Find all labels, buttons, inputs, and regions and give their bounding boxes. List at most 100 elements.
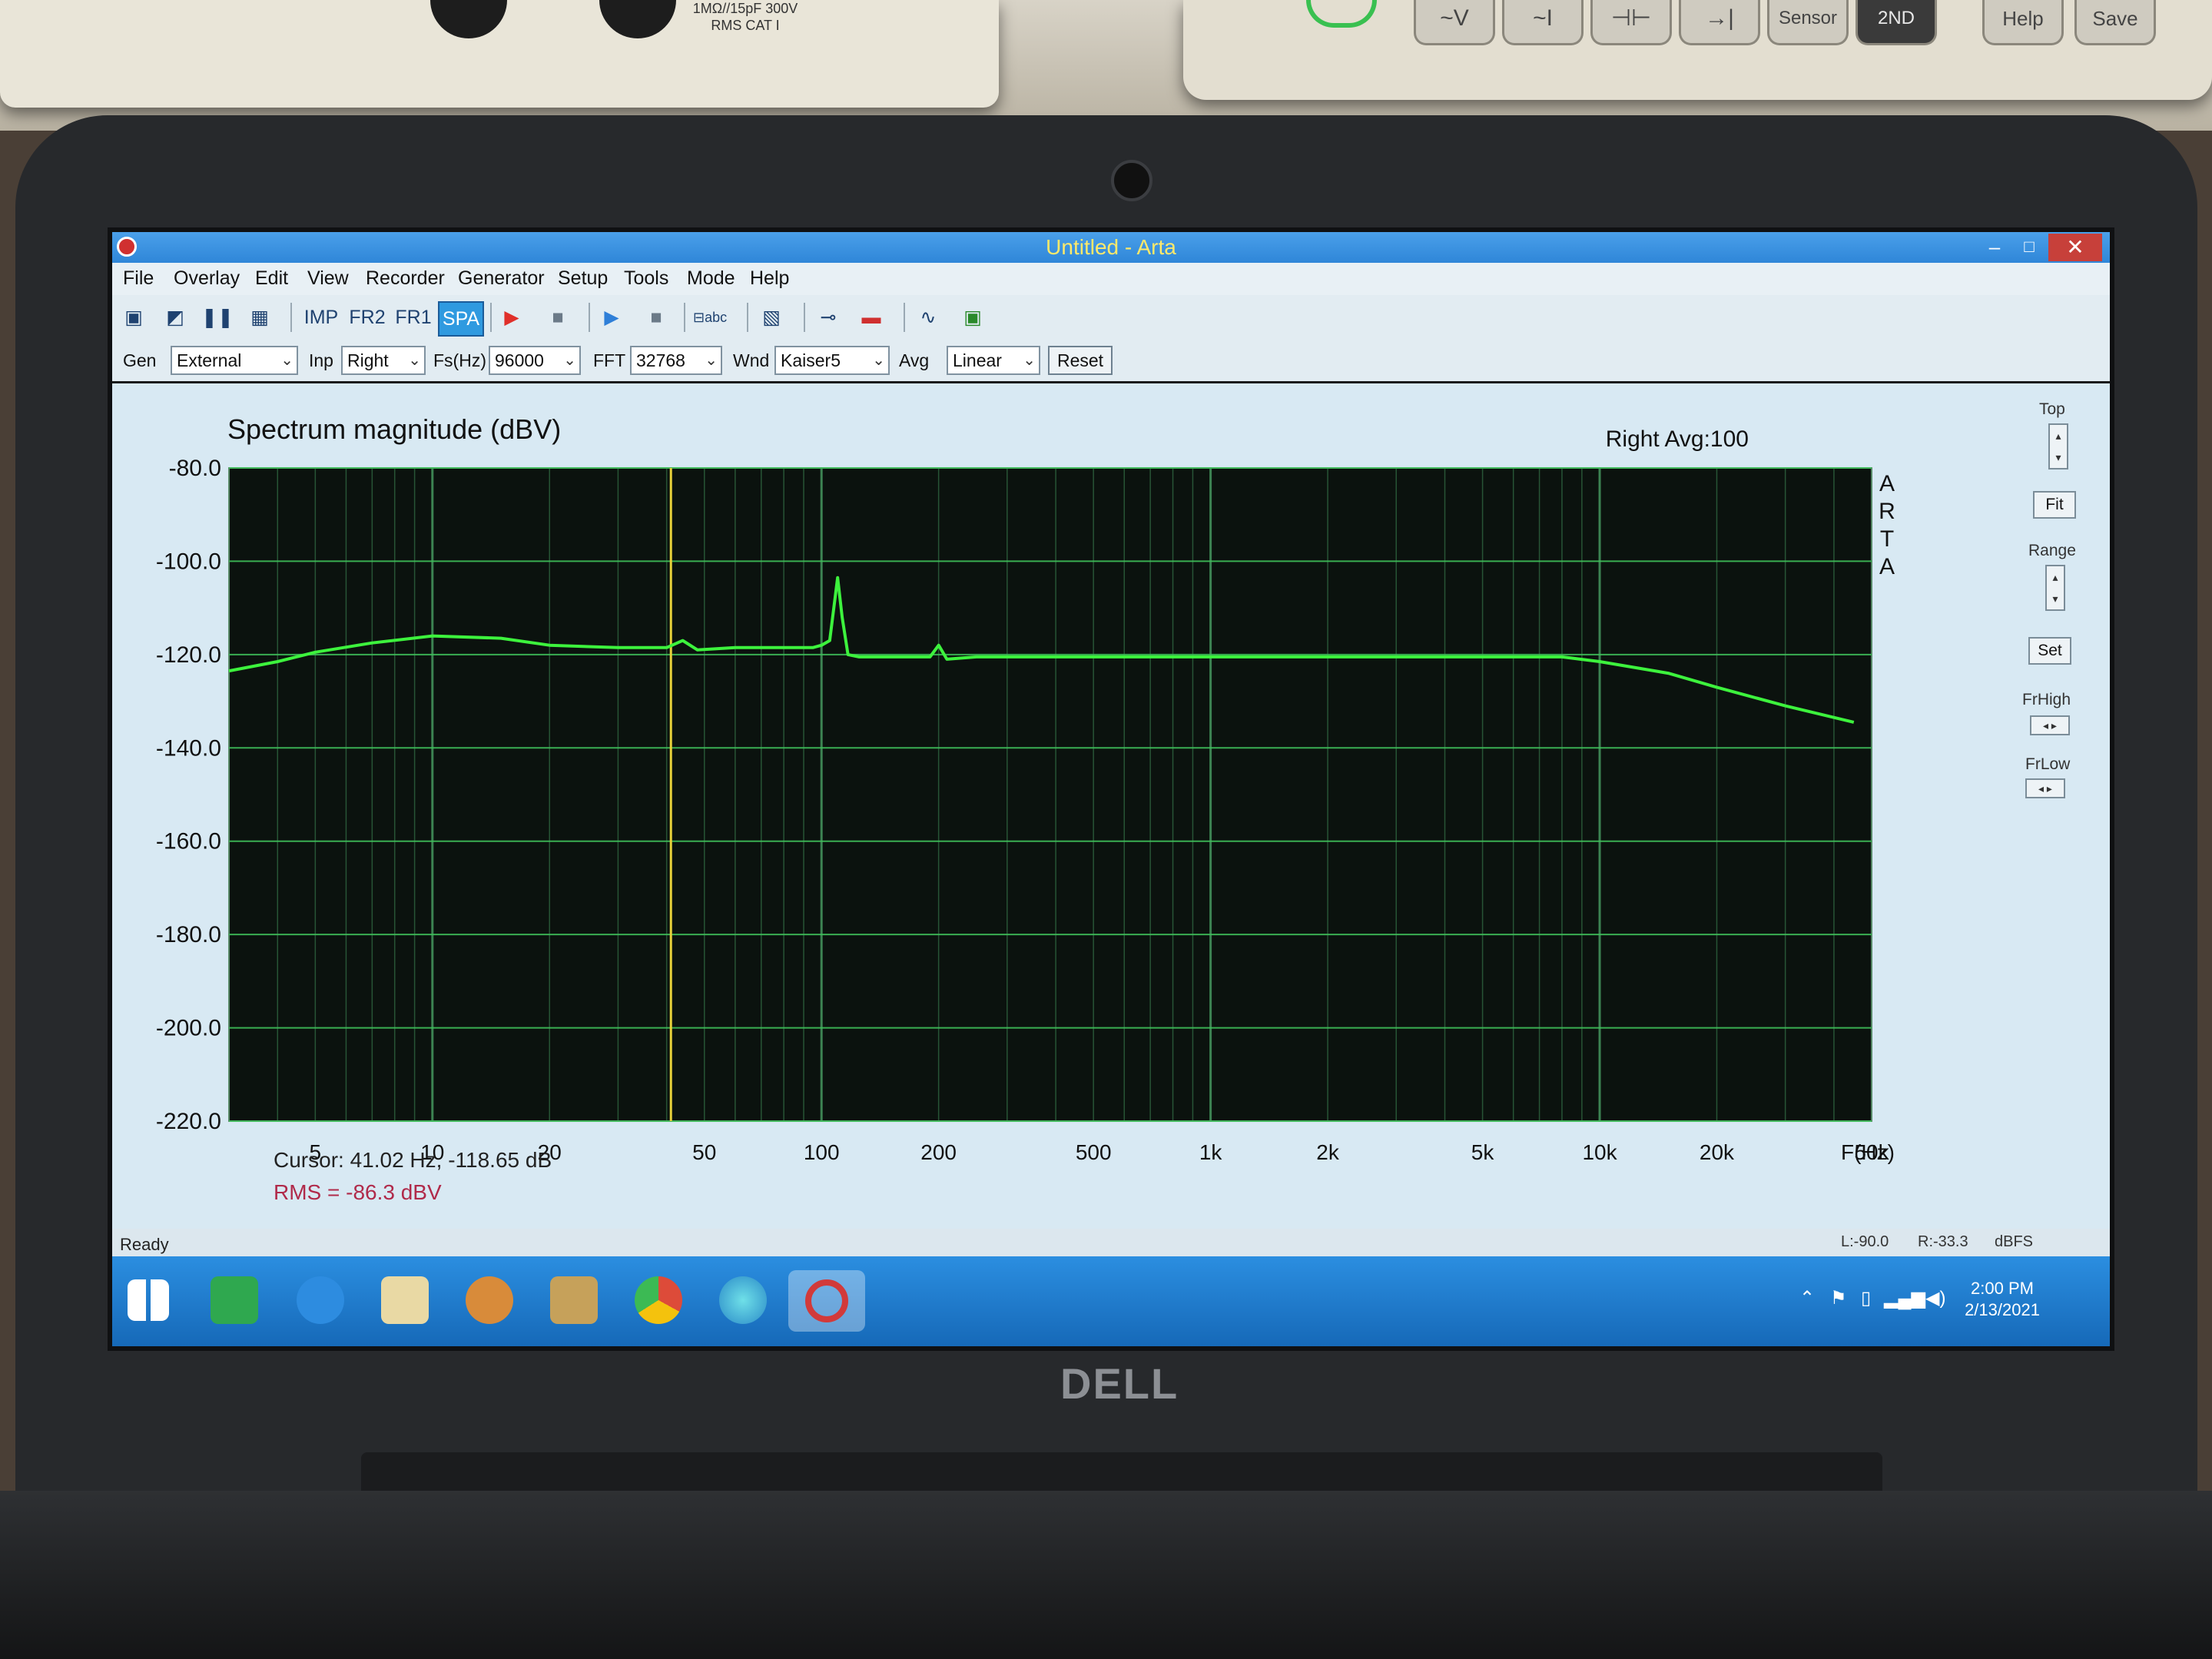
record-icon[interactable]: ▶: [496, 301, 527, 333]
arta-task-button[interactable]: [788, 1270, 865, 1332]
wnd-value: Kaiser5: [781, 350, 841, 370]
media-player-icon[interactable]: [466, 1276, 513, 1324]
taskbar: ⌃ ⚑ ▯ ▂▄▆ ◀) 2:00 PM 2/13/2021: [112, 1256, 2110, 1346]
tools-icon[interactable]: [550, 1276, 598, 1324]
menu-setup[interactable]: Setup: [558, 267, 608, 290]
frhigh-spinner[interactable]: ◂ ▸: [2030, 715, 2070, 735]
range-spinner[interactable]: ▴ ▾: [2045, 565, 2065, 611]
fft-label: FFT: [593, 350, 626, 370]
menu-tools[interactable]: Tools: [624, 267, 668, 290]
knob: [430, 0, 507, 38]
spectrum-chart[interactable]: Spectrum magnitude (dBV) Right Avg:100 -…: [112, 383, 2002, 1229]
menu-overlay[interactable]: Overlay: [174, 267, 240, 290]
x-tick-label: 20k: [1700, 1140, 1735, 1164]
mode-imp-button[interactable]: IMP: [300, 301, 343, 333]
probe-icon[interactable]: ⊸: [813, 301, 844, 333]
toolbar-separator: [904, 303, 905, 332]
store-icon[interactable]: [211, 1276, 258, 1324]
windows-start-icon[interactable]: [128, 1279, 169, 1321]
wnd-select[interactable]: Kaiser5 ⌄: [774, 346, 890, 375]
x-tick-label: 2k: [1316, 1140, 1340, 1164]
status-text: Ready: [120, 1235, 169, 1254]
avg-select[interactable]: Linear ⌄: [947, 346, 1040, 375]
fs-value: 96000: [495, 350, 544, 370]
hatch-icon[interactable]: ▧: [756, 301, 787, 333]
menu-view[interactable]: View: [307, 267, 349, 290]
battery-icon[interactable]: ▯: [1861, 1287, 1871, 1309]
arta-watermark-letter: A: [1879, 471, 1895, 496]
chevron-down-icon: ⌄: [280, 352, 293, 369]
tray-chevron-icon[interactable]: ⌃: [1799, 1287, 1815, 1309]
inp-select[interactable]: Right ⌄: [341, 346, 426, 375]
reset-button[interactable]: Reset: [1048, 346, 1113, 375]
menu-help[interactable]: Help: [750, 267, 789, 290]
internet-explorer-icon[interactable]: [297, 1276, 344, 1324]
taskbar-clock[interactable]: 2:00 PM 2/13/2021: [1956, 1278, 2048, 1321]
file-explorer-icon[interactable]: [381, 1276, 429, 1324]
arta-logo-icon: [805, 1279, 848, 1322]
power-ring-icon: [1306, 0, 1377, 28]
x-tick-label: 5k: [1471, 1140, 1495, 1164]
stop-icon[interactable]: ■: [641, 301, 672, 333]
status-bar: Ready L:-90.0 R:-33.3 dBFS: [112, 1229, 2110, 1256]
scope-icon[interactable]: ▣: [957, 301, 988, 333]
toolbar-separator: [290, 303, 292, 332]
left-level: L:-90.0: [1841, 1233, 1889, 1250]
chevron-down-icon: ⌄: [872, 352, 885, 369]
gen-select[interactable]: External ⌄: [171, 346, 298, 375]
y-tick-label: -100.0: [156, 549, 221, 574]
chevron-down-icon: ⌄: [563, 352, 576, 369]
close-button[interactable]: ✕: [2048, 234, 2102, 261]
menu-generator[interactable]: Generator: [458, 267, 545, 290]
y-tick-label: -180.0: [156, 922, 221, 947]
clock-date: 2/13/2021: [1965, 1300, 2040, 1319]
top-spinner[interactable]: ▴ ▾: [2048, 423, 2068, 469]
cursor-readout: Cursor: 41.02 Hz, -118.65 dB: [274, 1148, 552, 1172]
menu-mode[interactable]: Mode: [687, 267, 735, 290]
menu-edit[interactable]: Edit: [255, 267, 288, 290]
open-icon[interactable]: ◩: [160, 301, 191, 333]
volume-icon[interactable]: ◀): [1925, 1287, 1945, 1309]
play-icon[interactable]: ▶: [596, 301, 627, 333]
frlow-spinner[interactable]: ◂ ▸: [2025, 778, 2065, 798]
menu-recorder[interactable]: Recorder: [366, 267, 445, 290]
mode-fr2-button[interactable]: FR2: [346, 301, 389, 333]
x-tick-label: 500: [1076, 1140, 1112, 1164]
chrome-icon[interactable]: [635, 1276, 682, 1324]
signal-icon[interactable]: ▂▄▆: [1884, 1287, 1925, 1309]
waveform-icon[interactable]: ∿: [913, 301, 943, 333]
fs-select[interactable]: 96000 ⌄: [489, 346, 581, 375]
frlow-label: FrLow: [2025, 755, 2071, 773]
clock-time: 2:00 PM: [1971, 1279, 2034, 1298]
meter-icon[interactable]: ▬: [856, 301, 887, 333]
grid-icon[interactable]: ▦: [244, 301, 275, 333]
y-tick-label: -200.0: [156, 1016, 221, 1041]
pause-icon[interactable]: ❚❚: [201, 301, 234, 333]
fft-select[interactable]: 32768 ⌄: [630, 346, 722, 375]
instrument-button: ⊣⊢: [1590, 0, 1672, 45]
flag-icon[interactable]: ⚑: [1830, 1287, 1847, 1309]
mode-spa-button[interactable]: SPA: [438, 301, 484, 337]
y-tick-label: -160.0: [156, 829, 221, 854]
instrument-button: ~V: [1414, 0, 1495, 45]
toolbar-separator: [589, 303, 590, 332]
plot-background: [228, 467, 1872, 1122]
fit-button[interactable]: Fit: [2033, 491, 2076, 519]
menu-file[interactable]: File: [123, 267, 154, 290]
stop-icon[interactable]: ■: [542, 301, 573, 333]
toolbar-separator: [490, 303, 492, 332]
edge-icon[interactable]: [719, 1276, 767, 1324]
abc-icon[interactable]: ⊟abc: [693, 301, 727, 333]
frhigh-label: FrHigh: [2022, 691, 2071, 708]
instrument-button: Sensor: [1767, 0, 1849, 45]
toolbar: ▣ ◩ ❚❚ ▦ IMP FR2 FR1 SPA ▶ ■ ▶ ■ ⊟abc ▧ …: [112, 295, 2110, 340]
instrument-left: 1MΩ//15pF 300V RMS CAT I: [0, 0, 999, 108]
chevron-down-icon: ⌄: [408, 352, 421, 369]
copy-icon[interactable]: ▣: [118, 301, 149, 333]
maximize-button[interactable]: □: [2014, 235, 2045, 258]
minimize-button[interactable]: –: [1979, 235, 2010, 258]
right-level: R:-33.3: [1918, 1233, 1968, 1250]
set-button[interactable]: Set: [2028, 637, 2071, 665]
y-tick-label: -120.0: [156, 642, 221, 668]
mode-fr1-button[interactable]: FR1: [392, 301, 435, 333]
